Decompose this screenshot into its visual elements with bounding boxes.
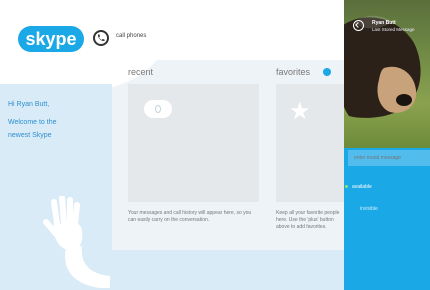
available-status-dot — [345, 185, 348, 188]
back-arrow-icon[interactable] — [353, 20, 364, 31]
footer-band — [110, 250, 350, 290]
mood-message-input[interactable] — [348, 150, 430, 166]
recent-heading: recent — [128, 67, 154, 77]
status-invisible-option[interactable]: invisible — [360, 206, 378, 212]
status-available-option[interactable]: available — [352, 184, 372, 190]
welcome-greeting: Hi Ryan Butt, Welcome to the newest Skyp… — [8, 98, 57, 142]
favorites-description: Keep all your favorite people here. Use … — [276, 210, 340, 230]
skype-home-screen: skype call phones Hi Ryan Butt, Welcome … — [0, 0, 430, 290]
add-favorite-button[interactable] — [323, 68, 331, 76]
star-icon: ★ — [289, 98, 311, 125]
favorites-tile[interactable] — [276, 84, 346, 202]
skype-logo: skype — [18, 26, 84, 52]
greeting-line-3: newest Skype — [8, 132, 52, 139]
chat-bubble-icon — [144, 100, 172, 118]
profile-name: Ryan Butt — [372, 20, 396, 26]
recent-description: Your messages and call history will appe… — [128, 210, 252, 223]
waving-hand-icon — [43, 196, 110, 288]
profile-subtitle: Last Stored Message — [372, 27, 415, 32]
greeting-line-1: Hi Ryan Butt, — [8, 101, 50, 108]
call-phones-link[interactable]: call phones — [116, 33, 146, 39]
phone-icon[interactable] — [93, 30, 109, 46]
greeting-line-2: Welcome to the — [8, 119, 57, 126]
favorites-heading: favorites — [276, 67, 311, 77]
